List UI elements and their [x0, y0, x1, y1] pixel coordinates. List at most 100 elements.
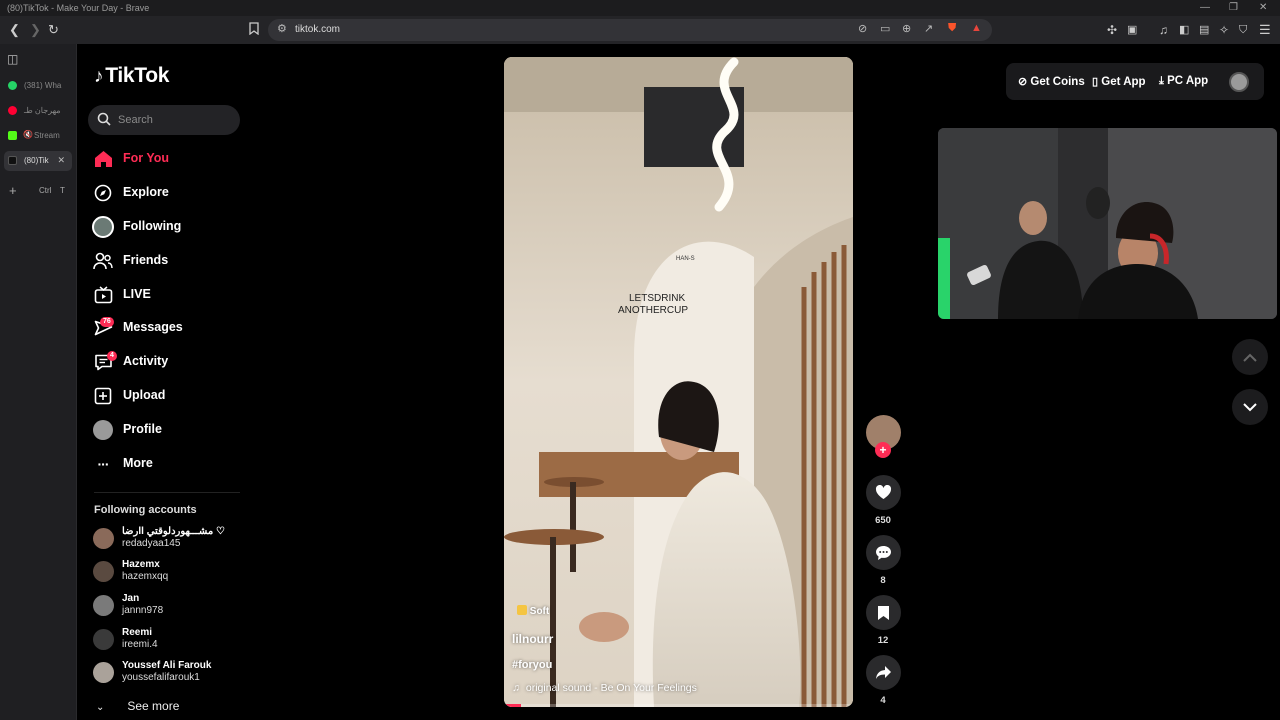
activity-badge: 4: [107, 351, 117, 361]
save-button[interactable]: 12: [865, 595, 901, 646]
get-app-label: Get App: [1101, 76, 1146, 88]
restore-icon[interactable]: ❐: [1229, 2, 1238, 13]
account-item[interactable]: Youssef Ali Farouk youssefalifarouk1: [92, 657, 242, 687]
cast-icon[interactable]: ▭: [880, 22, 890, 35]
account-name: Hazemx: [122, 559, 160, 570]
music-note-icon: ♫: [512, 682, 520, 694]
brave-rewards-icon[interactable]: ▲: [971, 22, 982, 34]
wallet-icon[interactable]: ▤: [1199, 22, 1209, 38]
video-author[interactable]: lilnourr: [512, 632, 553, 646]
account-username: hazemxqq: [122, 571, 169, 582]
following-avatar-icon: [92, 216, 114, 238]
nav-following[interactable]: Following: [91, 213, 241, 239]
share-icon[interactable]: ↗: [924, 22, 933, 35]
new-tab-button[interactable]: + Ctrl T: [4, 181, 72, 201]
search-placeholder: Search: [118, 114, 153, 126]
account-username: youssefalifarouk1: [122, 672, 200, 683]
tab-label: (80)Tik: [24, 156, 49, 165]
nav-upload[interactable]: Upload: [91, 382, 241, 408]
home-icon: [93, 149, 113, 169]
address-bar[interactable]: ⚙ tiktok.com ⊘ ▭ ⊕ ↗ ⛊ ▲: [268, 19, 992, 41]
extensions-icon[interactable]: ✣: [1107, 22, 1117, 38]
brave-shield-icon[interactable]: ⛊: [948, 22, 956, 35]
tab-kick-stream[interactable]: 🔇 Stream: [4, 126, 72, 146]
chevron-down-icon: [1243, 402, 1257, 411]
tab-panel-toggle-icon[interactable]: ◫: [7, 52, 18, 66]
vertical-tab-strip: ◫ (381) Wha مهرجان طـ 🔇 Stream (80)Tik ✕…: [0, 44, 77, 720]
nav-friends[interactable]: Friends: [91, 247, 241, 273]
close-tab-icon[interactable]: ✕: [57, 155, 65, 166]
sound-name: original sound - Be On Your Feelings: [525, 682, 697, 694]
download-icon: ⤓: [1159, 75, 1164, 87]
creator-avatar[interactable]: +: [865, 415, 901, 458]
bookmark-icon: [865, 595, 901, 630]
forward-icon[interactable]: ❯: [30, 22, 41, 38]
tab-whatsapp[interactable]: (381) Wha: [4, 76, 72, 96]
nav-for-you[interactable]: For You: [91, 145, 241, 171]
get-coins-button[interactable]: ⊘ Get Coins: [1018, 75, 1085, 88]
nav-profile[interactable]: Profile: [91, 416, 241, 442]
avatar: [93, 629, 114, 650]
minimize-icon[interactable]: —: [1200, 2, 1210, 13]
webcam-image: [938, 128, 1277, 319]
previous-video-button[interactable]: [1232, 339, 1268, 375]
pc-app-button[interactable]: ⤓ PC App: [1159, 75, 1208, 88]
account-item[interactable]: Jan jannn978: [92, 590, 242, 620]
tiktok-logo[interactable]: ♪TikTok: [94, 64, 169, 88]
nav-more[interactable]: ··· More: [91, 450, 241, 476]
video-hashtag[interactable]: #foryou: [512, 659, 552, 671]
wall-sign-text: ANOTHERCUP: [618, 305, 689, 316]
like-button[interactable]: 650: [865, 475, 901, 526]
close-window-icon[interactable]: ✕: [1259, 2, 1267, 13]
nav-messages[interactable]: 76 Messages: [91, 314, 241, 340]
vpn-icon[interactable]: ⛉: [1239, 22, 1247, 38]
no-audio-icon[interactable]: ⊘: [858, 22, 867, 35]
get-app-button[interactable]: ▯ Get App: [1092, 75, 1146, 88]
search-input[interactable]: Search: [88, 105, 240, 135]
comment-button[interactable]: 8: [865, 535, 901, 586]
zoom-icon[interactable]: ⊕: [902, 22, 911, 35]
nav-live[interactable]: LIVE: [91, 281, 241, 307]
muted-icon[interactable]: 🔇: [23, 130, 33, 139]
comment-count: 8: [880, 575, 886, 586]
account-item[interactable]: Hazemx hazemxqq: [92, 556, 242, 586]
next-video-button[interactable]: [1232, 389, 1268, 425]
tab-youtube[interactable]: مهرجان طـ: [4, 101, 72, 121]
window-title-bar: (80)TikTok - Make Your Day - Brave — ❐ ✕: [0, 0, 1280, 16]
video-sound[interactable]: ♫ original sound - Be On Your Feelings: [512, 682, 697, 694]
video-progress-bar[interactable]: [504, 704, 853, 707]
account-item[interactable]: Reemi ireemi.4: [92, 624, 242, 654]
sidebar-toggle-icon[interactable]: ◧: [1179, 22, 1189, 38]
reload-icon[interactable]: ↻: [48, 22, 59, 38]
nav-label: Activity: [123, 354, 169, 368]
bookmark-icon[interactable]: [249, 22, 259, 39]
save-count: 12: [877, 635, 889, 646]
like-count: 650: [875, 515, 891, 526]
screenshot-icon[interactable]: ▣: [1127, 22, 1137, 38]
avatar: [93, 595, 114, 616]
account-item[interactable]: رضاll مشـــهوردلوقتي ♡ redadyaa145: [92, 523, 242, 553]
nav-label: Friends: [123, 253, 169, 267]
effect-label[interactable]: Soft: [517, 605, 549, 617]
leo-ai-icon[interactable]: ✧: [1219, 22, 1229, 38]
tiktok-note-icon: ♪: [94, 66, 104, 87]
see-more-button[interactable]: ⌄ See more: [94, 699, 179, 713]
share-button[interactable]: 4: [865, 655, 901, 706]
logo-text: TikTok: [105, 64, 170, 87]
window-title: (80)TikTok - Make Your Day - Brave: [7, 3, 150, 13]
video-player[interactable]: HAN-S LETSDRINK ANOTHERCUP Soft lilnourr…: [504, 57, 853, 707]
nav-activity[interactable]: 4 Activity: [91, 348, 241, 374]
nav-explore[interactable]: Explore: [91, 179, 241, 205]
nav-label: Profile: [123, 422, 162, 436]
follow-plus-icon[interactable]: +: [875, 442, 891, 458]
tab-tiktok[interactable]: (80)Tik ✕: [4, 151, 72, 171]
nav-label: More: [123, 456, 153, 470]
chevron-up-icon: [1243, 353, 1257, 362]
media-icon[interactable]: ♫: [1159, 22, 1168, 38]
site-info-icon[interactable]: ⚙: [277, 22, 287, 35]
user-avatar[interactable]: [1229, 72, 1249, 92]
top-actions-bar: ⊘ Get Coins ▯ Get App ⤓ PC App: [1006, 63, 1264, 100]
back-icon[interactable]: ❮: [9, 22, 20, 38]
menu-icon[interactable]: ☰: [1259, 22, 1271, 38]
whatsapp-icon: [8, 81, 17, 90]
